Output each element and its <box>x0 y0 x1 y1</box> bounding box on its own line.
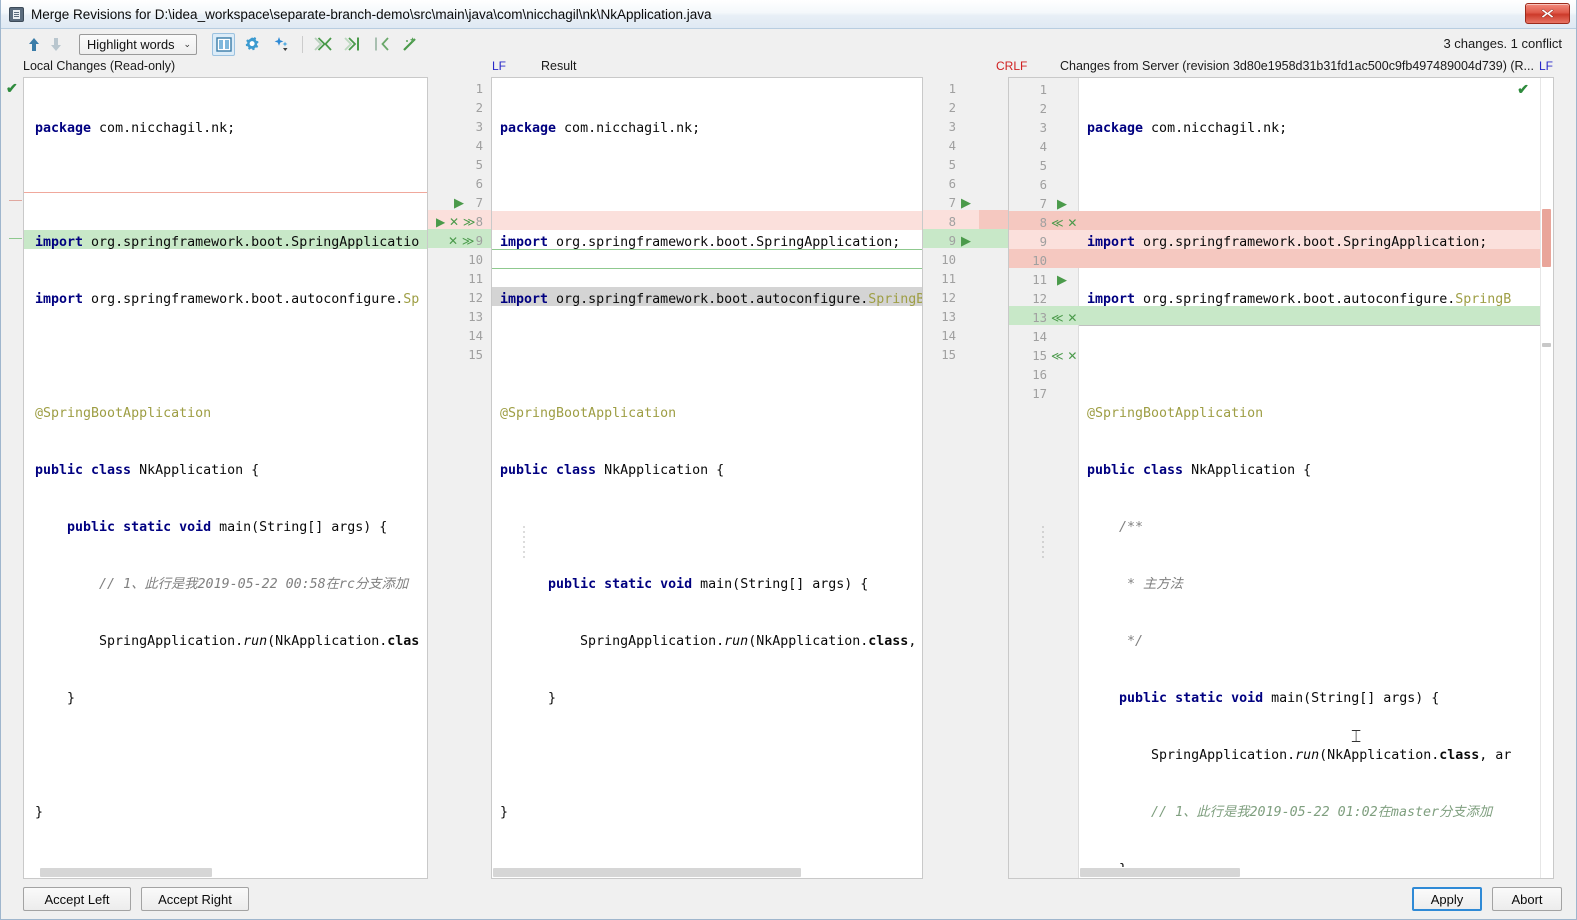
right-code-content: package com.nicchagil.nk; import org.spr… <box>1087 121 1512 877</box>
left-hscrollbar[interactable] <box>24 867 427 877</box>
left-hscrollbar-thumb[interactable] <box>40 868 212 877</box>
right-vscrollbar-conflict-thumb[interactable] <box>1542 209 1551 267</box>
left-code-content: package com.nicchagil.nk; import org.spr… <box>35 121 420 820</box>
result-pane-line-separator: CRLF <box>996 59 1028 73</box>
close-button[interactable] <box>1525 3 1570 24</box>
right-ok-checkmark-icon: ✔ <box>1517 81 1529 97</box>
right-splitter-grip[interactable] <box>1041 523 1045 558</box>
magic-resolve-button[interactable] <box>270 33 293 56</box>
right-change-strip <box>1554 77 1576 879</box>
result-code-content: package com.nicchagil.nk; import org.spr… <box>500 121 922 820</box>
left-ok-checkmark-icon: ✔ <box>6 80 18 96</box>
apply-non-conflicting-from-left-button[interactable] <box>370 33 393 56</box>
settings-button[interactable] <box>241 33 264 56</box>
accept-left-line8-buttons[interactable]: ▶ ✕ ≫ <box>436 213 475 232</box>
left-strip-conflict-mark <box>9 200 22 201</box>
highlight-mode-select[interactable]: Highlight words ⌄ <box>79 33 198 55</box>
changes-status: 3 changes. 1 conflict <box>1443 36 1562 51</box>
arrow-down-icon <box>51 37 61 51</box>
right-pane-title: Changes from Server (revision 3d80e1958d… <box>1060 59 1534 73</box>
chevron-down-icon: ⌄ <box>183 38 192 49</box>
result-hscrollbar[interactable] <box>492 867 922 877</box>
result-hscrollbar-thumb[interactable] <box>493 868 801 877</box>
left-pane-line-separator: LF <box>492 59 507 73</box>
right-accept-line7-button[interactable]: ▶ <box>1057 195 1067 214</box>
window-title: Merge Revisions for D:\idea_workspace\se… <box>31 6 712 22</box>
next-difference-button[interactable] <box>45 33 67 55</box>
right-hscrollbar[interactable] <box>1079 867 1540 877</box>
abort-button[interactable]: Abort <box>1492 887 1562 911</box>
right-vscrollbar-thumb[interactable] <box>1542 343 1551 347</box>
accept-right-button[interactable]: Accept Right <box>141 887 249 911</box>
previous-difference-button[interactable] <box>23 33 45 55</box>
accept-right-line9-button[interactable]: ▶ <box>961 232 971 251</box>
pane-headers: Local Changes (Read-only) LF Result CRLF… <box>1 59 1576 77</box>
right-line-numbers: 123 456 789 10 11 12 13 14 15 16 17 <box>1032 83 1047 401</box>
bar-to-chevron-icon <box>375 37 389 51</box>
apply-button[interactable]: Apply <box>1412 887 1482 911</box>
merge-panes: package com.nicchagil.nk; import org.spr… <box>1 77 1576 879</box>
close-icon <box>1541 8 1554 19</box>
wand-icon <box>403 37 416 51</box>
toolbar: Highlight words ⌄ 3 changes. 1 conflict <box>1 29 1576 59</box>
result-right-line-numbers: 123 456 789 10 11 12 13 14 15 <box>941 82 956 362</box>
right-result-gutter: 123 456 789 10 11 12 13 14 15 ▶ ▶ <box>923 77 1008 879</box>
dialog-button-bar: Accept Left Accept Right Apply Abort <box>1 879 1576 919</box>
result-pane-title: Result <box>541 59 577 73</box>
app-icon <box>9 6 24 22</box>
chevron-to-bar-icon <box>344 37 360 51</box>
title-bar: Merge Revisions for D:\idea_workspace\se… <box>1 0 1576 29</box>
left-strip-insert-mark <box>9 238 22 239</box>
accept-left-line9-buttons[interactable]: ✕ ≫ <box>448 232 474 251</box>
right-accept-line8-buttons[interactable]: ≪ ✕ <box>1051 214 1077 233</box>
left-result-gutter: 123 456 789 10 11 12 13 14 15 ▶ ▶ ✕ ≫ ✕ ≫ <box>428 77 491 879</box>
left-editor[interactable]: package com.nicchagil.nk; import org.spr… <box>23 77 428 879</box>
right-pane-line-separator: LF <box>1539 59 1554 73</box>
double-chevron-left-icon <box>314 37 332 51</box>
left-splitter-grip[interactable] <box>522 523 526 558</box>
right-vscrollbar[interactable] <box>1540 78 1553 878</box>
ignore-whitespace-button[interactable] <box>399 33 422 56</box>
accept-right-line7-button[interactable]: ▶ <box>961 194 971 213</box>
right-gutter-conflict-fill <box>979 210 1008 229</box>
accept-left-button[interactable]: Accept Left <box>23 887 131 911</box>
mouse-cursor: ⌶ <box>1351 727 1362 746</box>
right-gutter-insert-fill <box>979 229 1008 248</box>
gear-icon <box>245 37 259 51</box>
apply-non-conflicting-from-right-button[interactable] <box>341 33 364 56</box>
merge-revisions-window: Merge Revisions for D:\idea_workspace\se… <box>0 0 1577 920</box>
toolbar-divider <box>302 35 304 53</box>
right-accept-line13-buttons[interactable]: ≪ ✕ <box>1051 309 1077 328</box>
right-editor[interactable]: 123 456 789 10 11 12 13 14 15 16 17 ▶ ≪ ✕ ▶ ≪… <box>1008 77 1554 879</box>
left-change-strip: ✔ <box>1 77 23 879</box>
left-pane-title: Local Changes (Read-only) <box>23 59 176 73</box>
arrow-up-icon <box>29 37 39 51</box>
right-accept-line11-button[interactable]: ▶ <box>1057 271 1067 290</box>
highlight-mode-label: Highlight words <box>87 36 175 52</box>
accept-left-line7-button[interactable]: ▶ <box>454 194 464 213</box>
right-accept-line15-buttons[interactable]: ≪ ✕ <box>1051 347 1077 366</box>
right-hscrollbar-thumb[interactable] <box>1080 868 1240 877</box>
sparkle-icon <box>274 37 288 51</box>
side-by-side-viewer-button[interactable] <box>212 32 236 56</box>
apply-all-non-conflicting-button[interactable] <box>312 33 335 56</box>
columns-icon <box>215 36 232 52</box>
result-editor[interactable]: package com.nicchagil.nk; import org.spr… <box>491 77 923 879</box>
dialog-actions: Apply Abort <box>1402 887 1562 911</box>
